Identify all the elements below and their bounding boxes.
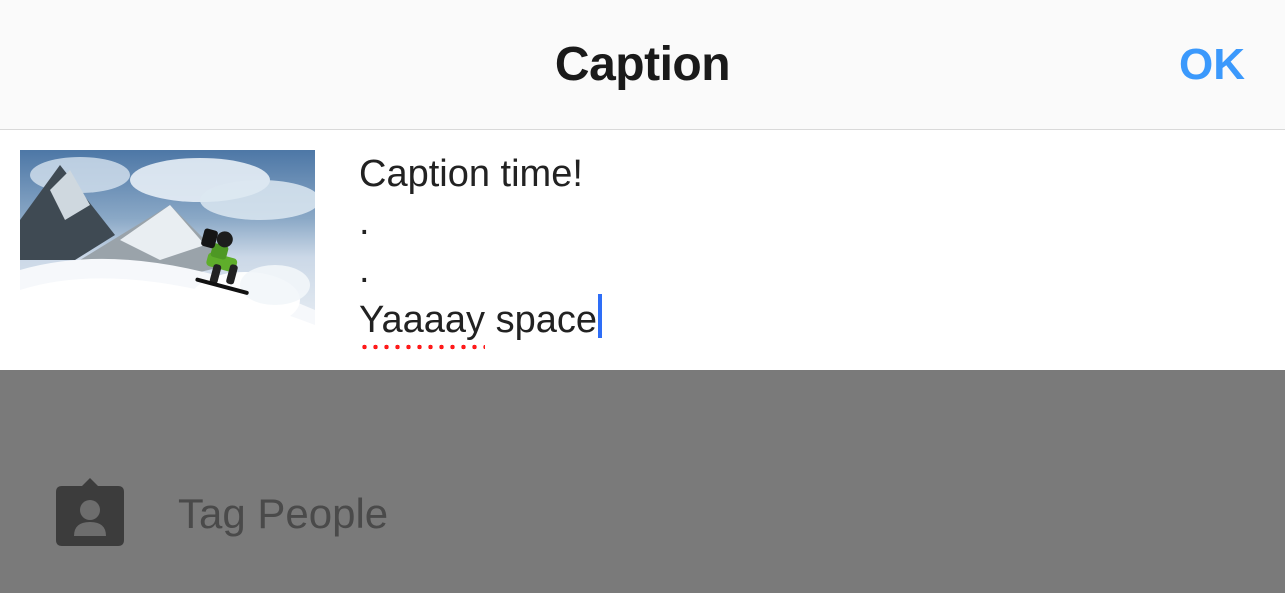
caption-line: . — [359, 198, 1265, 246]
spellcheck-underline: Yaaaay — [359, 296, 485, 344]
caption-line: Yaaaay space — [359, 294, 1265, 344]
caption-text-fragment: space — [485, 299, 597, 341]
page-title: Caption — [555, 37, 730, 92]
post-thumbnail[interactable] — [20, 150, 315, 345]
caption-input[interactable]: Caption time! . . Yaaaay space — [315, 150, 1265, 344]
caption-area: Caption time! . . Yaaaay space — [0, 130, 1285, 367]
caption-line: . — [359, 246, 1265, 294]
tag-people-label: Tag People — [178, 490, 388, 538]
tag-people-row[interactable]: Tag People — [0, 435, 1285, 593]
ok-button[interactable]: OK — [1179, 40, 1245, 90]
tag-people-icon — [52, 474, 128, 554]
caption-line: Caption time! — [359, 150, 1265, 198]
header-bar: Caption OK — [0, 0, 1285, 130]
text-cursor — [598, 294, 602, 338]
